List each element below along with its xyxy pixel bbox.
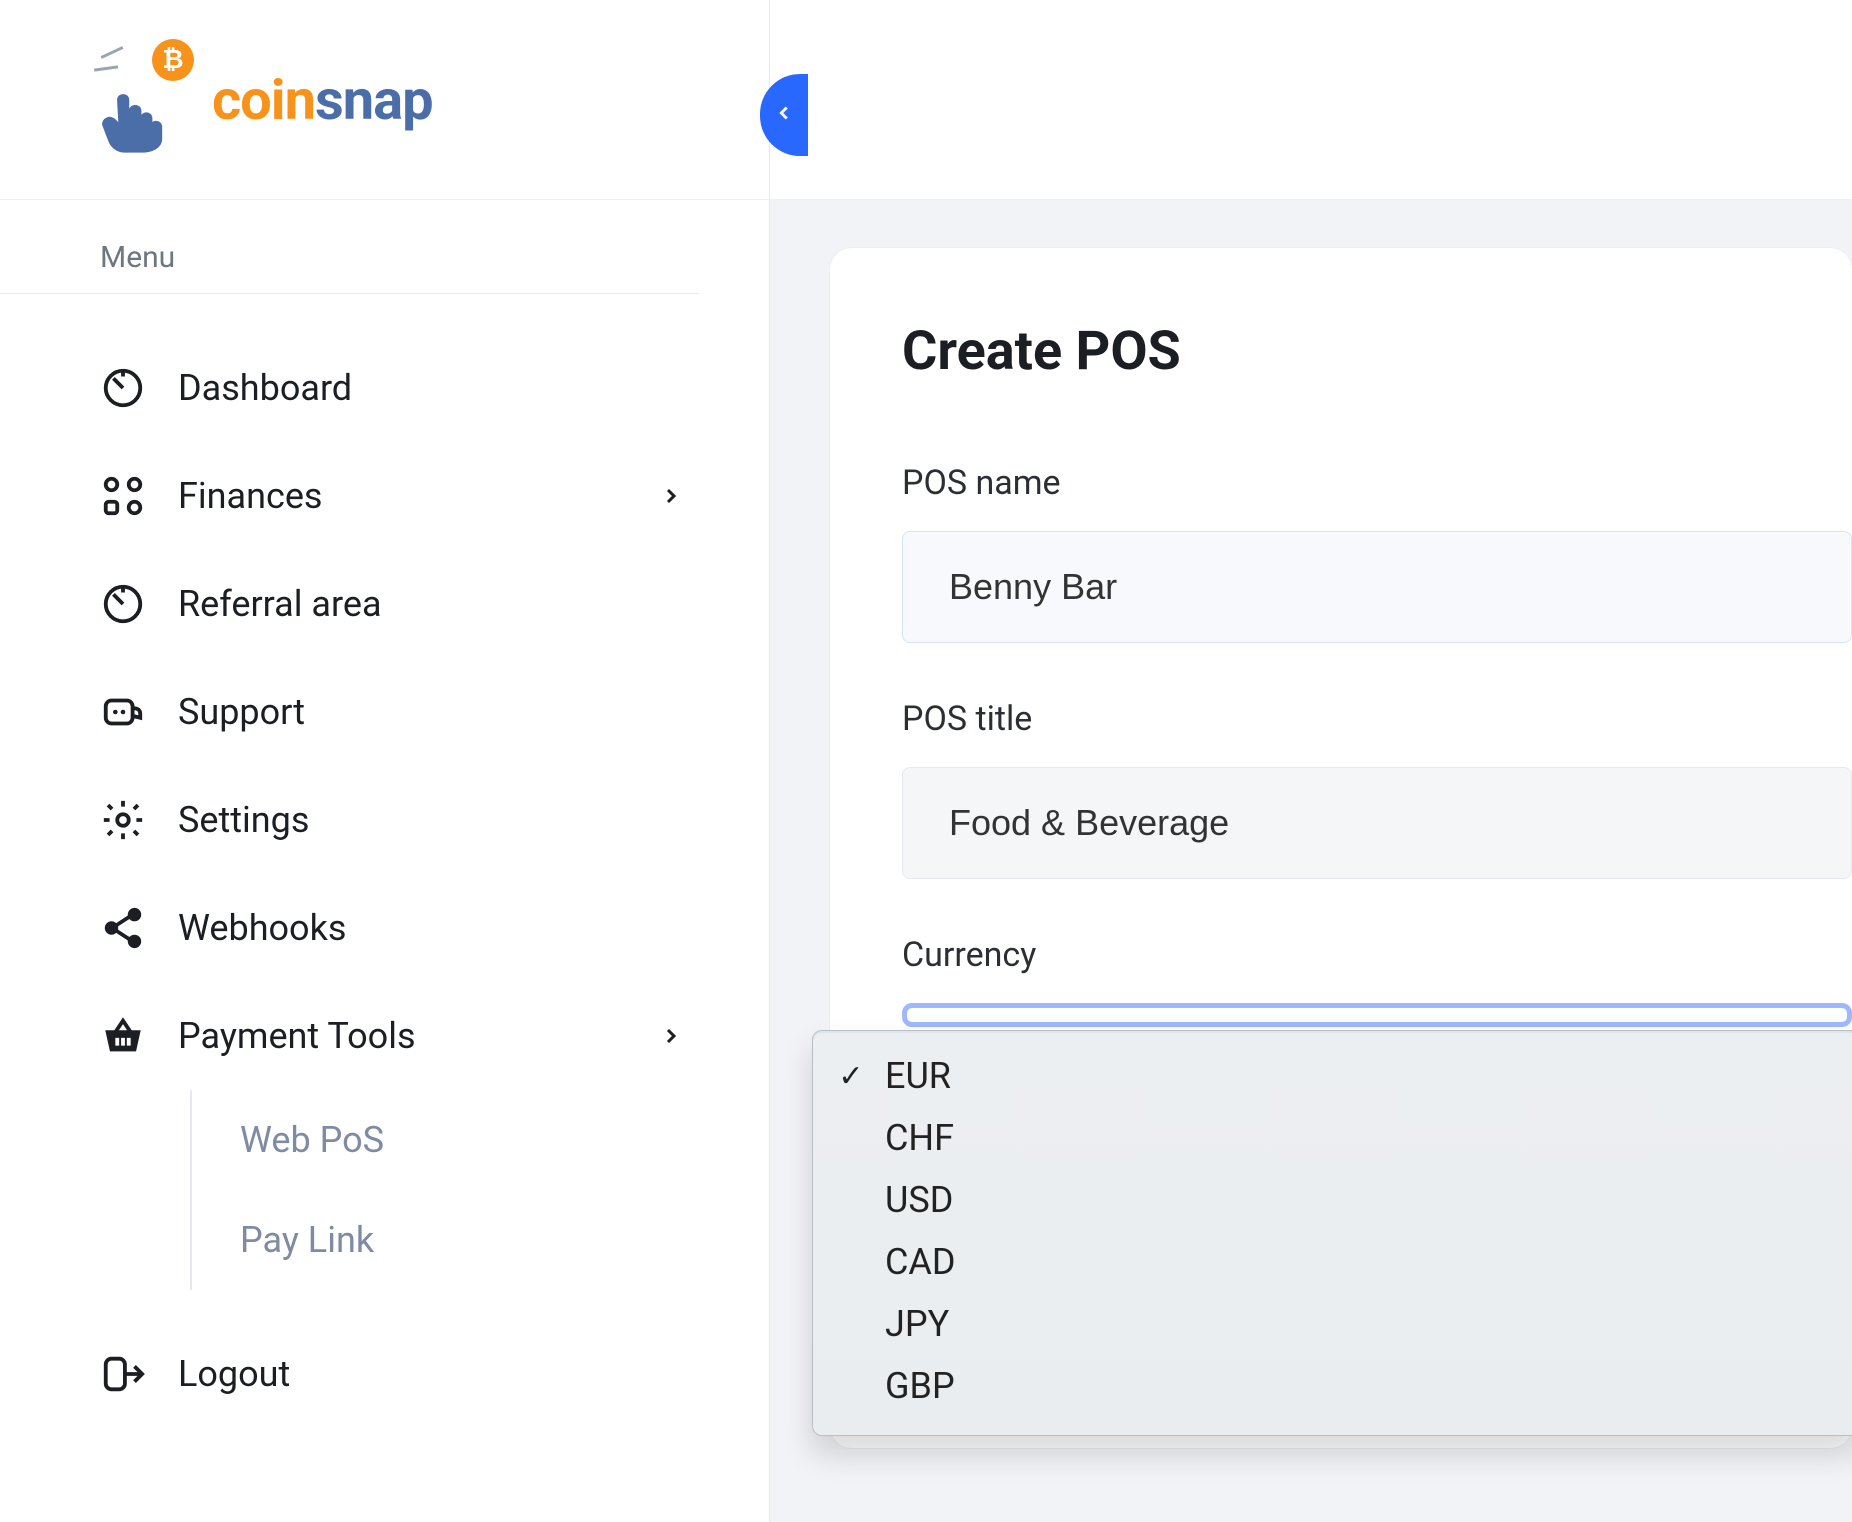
gauge-icon (100, 365, 146, 411)
main-body: Create POS POS name POS title Currency (770, 200, 1852, 1522)
grid-icon (100, 473, 146, 519)
sidebar-item-label: Referral area (178, 583, 382, 625)
sidebar-item-referral[interactable]: Referral area (100, 550, 709, 658)
currency-option-cad[interactable]: CAD (813, 1231, 1852, 1293)
brand-logo[interactable]: ₿ coinsnap (100, 45, 433, 155)
main-header (770, 0, 1852, 200)
gear-icon (100, 797, 146, 843)
sidebar-item-settings[interactable]: Settings (100, 766, 709, 874)
sidebar-subnav-payment-tools: Web PoS Pay Link (190, 1090, 709, 1290)
currency-option-label: CHF (885, 1117, 954, 1159)
pos-title-input[interactable] (902, 767, 1852, 879)
menu-section-label: Menu (0, 200, 699, 294)
sidebar-item-logout[interactable]: Logout (100, 1320, 709, 1428)
page-title: Create POS (902, 320, 1852, 383)
currency-option-usd[interactable]: USD (813, 1169, 1852, 1231)
snap-hand-icon (100, 77, 178, 155)
sidebar-item-label: Settings (178, 799, 309, 841)
sidebar-item-webhooks[interactable]: Webhooks (100, 874, 709, 982)
pos-title-label: POS title (902, 699, 1852, 739)
currency-option-gbp[interactable]: GBP (813, 1355, 1852, 1417)
chevron-right-icon (659, 1015, 683, 1057)
sidebar-subitem-web-pos[interactable]: Web PoS (240, 1090, 709, 1190)
sidebar-item-label: Payment Tools (178, 1015, 416, 1057)
sidebar-item-dashboard[interactable]: Dashboard (100, 334, 709, 442)
chevron-left-icon (773, 102, 795, 128)
share-icon (100, 905, 146, 951)
currency-option-eur[interactable]: ✓ EUR (813, 1045, 1852, 1107)
sidebar-item-finances[interactable]: Finances (100, 442, 709, 550)
sidebar-item-label: Dashboard (178, 367, 352, 409)
sidebar-item-label: Logout (178, 1353, 290, 1395)
bitcoin-coin-icon: ₿ (152, 39, 194, 81)
chevron-right-icon (659, 475, 683, 517)
currency-option-label: CAD (885, 1241, 956, 1283)
sidebar: ₿ coinsnap Menu Dashboard (0, 0, 770, 1522)
currency-option-jpy[interactable]: JPY (813, 1293, 1852, 1355)
sidebar-item-label: Webhooks (178, 907, 346, 949)
field-currency: Currency (902, 935, 1852, 1027)
sidebar-item-support[interactable]: Support (100, 658, 709, 766)
currency-option-label: JPY (885, 1303, 949, 1345)
currency-option-label: GBP (885, 1365, 955, 1407)
main-area: Create POS POS name POS title Currency (770, 0, 1852, 1522)
pos-name-label: POS name (902, 463, 1852, 503)
logout-icon (100, 1351, 146, 1397)
check-icon: ✓ (835, 1059, 867, 1094)
field-pos-title: POS title (902, 699, 1852, 879)
sidebar-header: ₿ coinsnap (0, 0, 769, 200)
brand-wordmark: coinsnap (212, 67, 433, 133)
sidebar-subitem-pay-link[interactable]: Pay Link (240, 1190, 709, 1290)
sidebar-item-label: Finances (178, 475, 323, 517)
brand-mark-icon: ₿ (100, 45, 188, 155)
pos-name-input[interactable] (902, 531, 1852, 643)
currency-label: Currency (902, 935, 1852, 975)
sidebar-nav: Dashboard Finances Referral area (0, 334, 769, 1428)
basket-icon (100, 1013, 146, 1059)
field-pos-name: POS name (902, 463, 1852, 643)
currency-option-label: EUR (885, 1055, 951, 1097)
support-icon (100, 689, 146, 735)
sidebar-item-label: Support (178, 691, 305, 733)
gauge-icon (100, 581, 146, 627)
currency-select[interactable] (902, 1003, 1852, 1027)
currency-dropdown-panel: ✓ EUR CHF USD CAD JPY (812, 1030, 1852, 1436)
sidebar-item-payment-tools[interactable]: Payment Tools (100, 982, 709, 1090)
currency-option-chf[interactable]: CHF (813, 1107, 1852, 1169)
currency-option-label: USD (885, 1179, 953, 1221)
